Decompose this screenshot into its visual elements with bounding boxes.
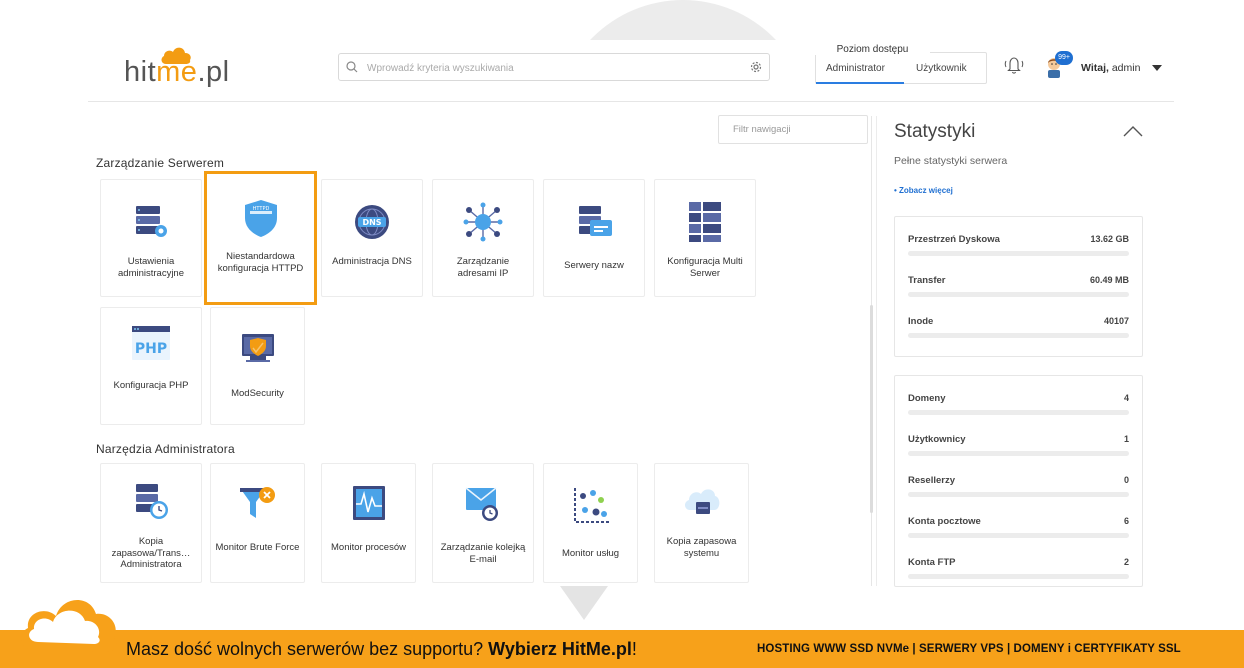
stat-progress-bar xyxy=(908,492,1129,497)
user-greeting[interactable]: Witaj, admin xyxy=(1081,62,1140,74)
top-decorative-arc xyxy=(555,0,811,40)
card-label: Konfiguracja Multi Serwer xyxy=(667,256,743,279)
card-label: Ustawienia administracyjne xyxy=(118,256,184,279)
cloud-backup-icon xyxy=(684,489,719,514)
card-label: Zarządzanie kolejką E-mail xyxy=(440,542,526,565)
stat-row-disk: Przestrzeń Dyskowa 13.62 GB xyxy=(908,234,1129,264)
bell-icon[interactable] xyxy=(1003,55,1025,75)
stat-row-resellers: Resellerzy 0 xyxy=(908,475,1129,505)
stat-row-domains: Domeny 4 xyxy=(908,393,1129,423)
search-icon xyxy=(346,61,358,73)
card-label: Zarządzanie adresami IP xyxy=(456,256,510,279)
stat-progress-bar xyxy=(908,533,1129,538)
card-label: Serwery nazw xyxy=(564,260,624,271)
httpd-shield-icon: HTTPD xyxy=(244,200,277,237)
bottom-decorative-arrow xyxy=(560,586,608,620)
stat-row-ftp-accounts: Konta FTP 2 xyxy=(908,557,1129,587)
card-label: Administracja DNS xyxy=(332,256,412,267)
card-modsecurity[interactable]: ModSecurity xyxy=(210,307,305,425)
svg-text:HTTPD: HTTPD xyxy=(252,206,269,212)
banner-cloud-icon xyxy=(20,599,117,652)
service-chart-icon xyxy=(573,488,609,523)
card-label: ModSecurity xyxy=(231,388,284,399)
logo[interactable]: hitme.pl xyxy=(124,44,254,94)
banner-message[interactable]: Masz dość wolnych serwerów bez supportu?… xyxy=(126,639,637,660)
card-ip-management[interactable]: Zarządzanie adresami IP xyxy=(432,179,534,297)
card-label: Monitor Brute Force xyxy=(215,542,300,553)
stat-row-mail-accounts: Konta pocztowe 6 xyxy=(908,516,1129,546)
stat-progress-bar xyxy=(908,292,1129,297)
stats-subtitle: Pełne statystyki serwera xyxy=(894,155,1008,167)
modsecurity-icon xyxy=(241,334,274,362)
server-gear-icon xyxy=(136,206,167,237)
card-label: Kopia zapasowa systemu xyxy=(666,536,737,559)
card-label: Niestandardowa konfiguracja HTTPD xyxy=(217,251,304,274)
stat-progress-bar xyxy=(908,574,1129,579)
access-tabs: Administrator Użytkownik xyxy=(815,52,987,84)
notification-badge: 99+ xyxy=(1055,51,1073,65)
card-label: Monitor procesów xyxy=(331,542,406,553)
card-brute-force[interactable]: Monitor Brute Force xyxy=(210,463,305,583)
card-label: Konfiguracja PHP xyxy=(113,380,189,391)
stats-title: Statystyki xyxy=(894,121,976,142)
stat-row-users: Użytkownicy 1 xyxy=(908,434,1129,464)
card-mail-queue[interactable]: Zarządzanie kolejką E-mail xyxy=(432,463,534,583)
nameserver-icon xyxy=(579,206,612,236)
tab-uzytkownik[interactable]: Użytkownik xyxy=(916,63,967,74)
access-level: Administrator Użytkownik Poziom dostępu xyxy=(815,44,987,84)
multi-server-icon xyxy=(689,202,721,242)
card-label: Monitor usług xyxy=(561,548,620,559)
content-scrollbar-thumb[interactable] xyxy=(870,305,873,513)
stat-progress-bar xyxy=(908,410,1129,415)
card-nameservers[interactable]: Serwery nazw xyxy=(543,179,645,297)
card-process-monitor[interactable]: Monitor procesów xyxy=(321,463,416,583)
banner-services[interactable]: HOSTING WWW SSD NVMe | SERWERY VPS | DOM… xyxy=(757,643,1181,655)
php-icon: PHP xyxy=(132,326,170,360)
search-input[interactable] xyxy=(365,58,739,78)
card-custom-httpd[interactable]: HTTPD Niestandardowa konfiguracja HTTPD xyxy=(204,171,317,305)
search-box[interactable] xyxy=(338,53,770,81)
stats-panel-resources: Przestrzeń Dyskowa 13.62 GB Transfer 60.… xyxy=(894,216,1143,357)
process-monitor-icon xyxy=(352,486,385,520)
card-admin-backup[interactable]: Kopia zapasowa/Trans… Administratora xyxy=(100,463,202,583)
card-php-config[interactable]: PHP Konfiguracja PHP xyxy=(100,307,202,425)
section-title-server: Zarządzanie Serwerem xyxy=(96,156,225,170)
tab-administrator[interactable]: Administrator xyxy=(826,63,885,74)
card-system-backup[interactable]: Kopia zapasowa systemu xyxy=(654,463,749,583)
section-title-admin-tools: Narzędzia Administratora xyxy=(96,442,235,456)
stat-row-inode: Inode 40107 xyxy=(908,316,1129,346)
stat-progress-bar xyxy=(908,451,1129,456)
card-dns[interactable]: DNS Administracja DNS xyxy=(321,179,423,297)
stats-panel-accounts: Domeny 4 Użytkownicy 1 Resellerzy 0 Kont… xyxy=(894,375,1143,587)
user-menu-caret-icon[interactable] xyxy=(1152,65,1162,71)
nav-filter[interactable] xyxy=(718,115,868,144)
dns-globe-icon: DNS xyxy=(355,205,389,239)
mail-queue-icon xyxy=(465,487,498,521)
chevron-up-icon[interactable] xyxy=(1122,124,1144,138)
access-level-title: Poziom dostępu xyxy=(815,44,930,55)
stat-progress-bar xyxy=(908,333,1129,338)
funnel-block-icon xyxy=(239,487,275,518)
stat-row-transfer: Transfer 60.49 MB xyxy=(908,275,1129,305)
stats-more-link[interactable]: • Zobacz więcej xyxy=(894,186,953,195)
svg-text:DNS: DNS xyxy=(362,218,381,227)
card-multi-server[interactable]: Konfiguracja Multi Serwer xyxy=(654,179,756,297)
ip-network-icon xyxy=(463,202,503,242)
stat-progress-bar xyxy=(908,251,1129,256)
card-label: Kopia zapasowa/Trans… Administratora xyxy=(111,536,191,570)
card-service-monitor[interactable]: Monitor usług xyxy=(543,463,638,583)
svg-text:PHP: PHP xyxy=(135,341,167,357)
backup-clock-icon xyxy=(136,484,168,519)
stats-divider xyxy=(876,116,877,586)
header-divider xyxy=(88,101,1174,102)
logo-text: hitme.pl xyxy=(124,56,230,88)
active-tab-indicator xyxy=(816,82,904,84)
nav-filter-input[interactable] xyxy=(731,123,860,136)
gear-icon[interactable] xyxy=(749,60,763,74)
card-admin-settings[interactable]: Ustawienia administracyjne xyxy=(100,179,202,297)
